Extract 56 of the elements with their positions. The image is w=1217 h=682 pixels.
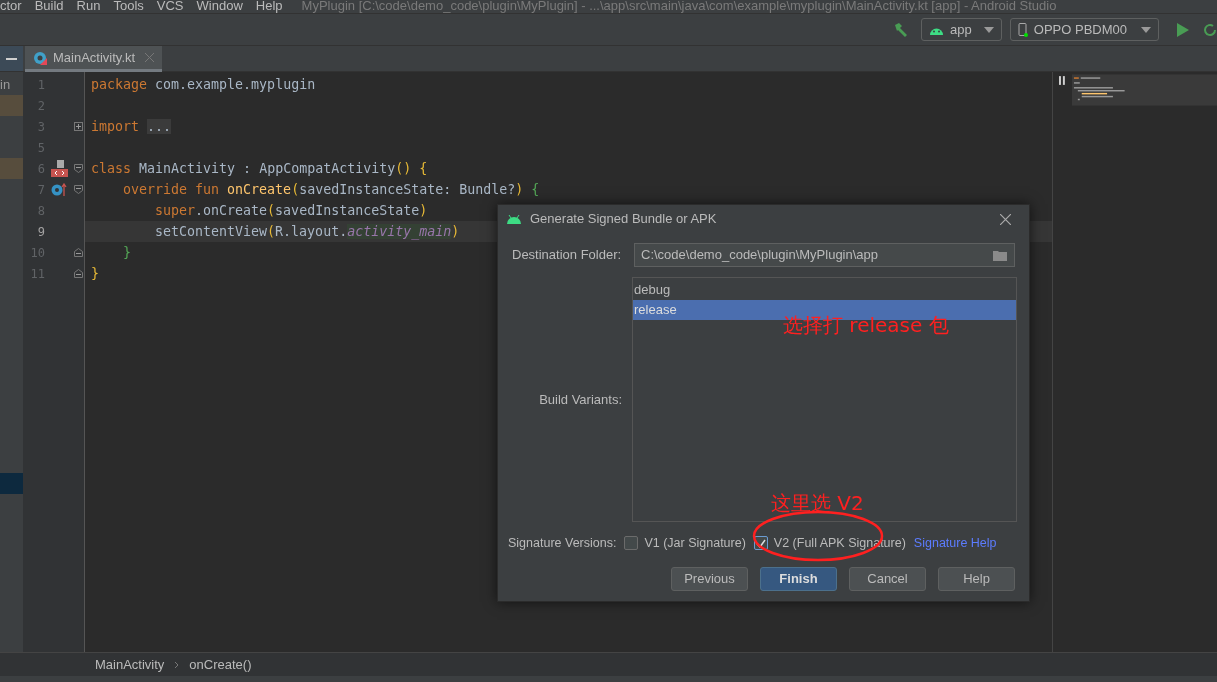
code-line: } — [91, 264, 99, 283]
kotlin-file-icon — [33, 50, 47, 65]
dialog-title: Generate Signed Bundle or APK — [530, 210, 718, 229]
field-label: Signature Versions: — [508, 535, 617, 552]
menu-item[interactable]: Help — [255, 0, 283, 13]
line-number: 9 — [36, 223, 45, 241]
help-link[interactable]: Signature Help — [913, 534, 997, 553]
code-line: import ... — [91, 117, 172, 136]
menu-item[interactable]: Window — [196, 0, 243, 13]
editor-tab[interactable]: MainActivity.kt — [25, 46, 163, 72]
destination-field[interactable]: C:\code\demo_code\plugin\MyPlugin\app — [634, 243, 1015, 267]
field-label: Build Variants: — [539, 390, 622, 409]
tree-item[interactable]: in — [0, 77, 11, 92]
caret-icon — [983, 26, 994, 33]
code-line: } — [123, 243, 131, 262]
chevron-icon — [174, 660, 180, 669]
refresh-icon[interactable] — [1203, 22, 1217, 37]
fold-end-icon[interactable] — [74, 248, 83, 257]
fold-expand-icon[interactable] — [74, 122, 83, 131]
run-config-dropdown[interactable]: app — [921, 18, 1002, 41]
device-dropdown[interactable]: OPPO PBDM00 — [1009, 18, 1159, 41]
caret-icon — [1141, 26, 1151, 33]
menu-item[interactable]: Build — [34, 0, 64, 13]
code-line: setContentView(R.layout.activity_main) — [155, 222, 460, 242]
fold-collapse-icon[interactable] — [74, 164, 83, 173]
code-line: class MainActivity : AppCompatActivity() { — [91, 159, 428, 178]
menu-item[interactable]: Run — [76, 0, 101, 13]
menu-item[interactable]: VCS — [156, 0, 184, 13]
dialog-button[interactable]: Cancel — [849, 566, 926, 591]
folder-icon[interactable] — [993, 249, 1008, 261]
dialog-button[interactable]: Previous — [671, 566, 748, 591]
code-line: override fun onCreate(savedInstanceState: Bundle?) { — [123, 180, 540, 199]
close-icon[interactable] — [1000, 213, 1011, 225]
hammer-icon[interactable] — [893, 21, 910, 38]
checkbox[interactable] — [624, 536, 639, 551]
field-label: Destination Folder: — [512, 246, 623, 265]
list-item[interactable]: debug — [633, 280, 1016, 300]
code-line: package com.example.myplugin — [91, 75, 316, 94]
breadcrumb[interactable]: onCreate() — [189, 654, 252, 675]
android-icon — [506, 214, 522, 224]
window-title: MyPlugin [C:\code\demo_code\plugin\MyPlugin] - ...\app\src\main\java\com\example\myplugin\MainActivity.kt [app] - Android Studio — [301, 0, 1057, 13]
dialog-button[interactable]: Help — [938, 566, 1015, 591]
phone-icon — [1017, 22, 1028, 37]
layout-icon[interactable] — [51, 160, 68, 177]
menu-item[interactable]: ctor — [0, 0, 22, 13]
override-icon[interactable] — [51, 183, 67, 196]
fold-collapse-icon[interactable] — [74, 185, 83, 194]
run-icon[interactable] — [1177, 22, 1189, 37]
checkbox-label[interactable]: V1 (Jar Signature) — [644, 534, 746, 553]
pause-icon[interactable] — [1059, 76, 1066, 85]
fold-end-icon[interactable] — [74, 269, 83, 278]
breadcrumb[interactable]: MainActivity — [95, 654, 165, 675]
code-line: super.onCreate(savedInstanceState) — [155, 201, 428, 220]
dialog-button[interactable]: Finish — [760, 566, 837, 591]
minimize-icon[interactable] — [6, 57, 17, 60]
menu-item[interactable]: Tools — [113, 0, 144, 13]
